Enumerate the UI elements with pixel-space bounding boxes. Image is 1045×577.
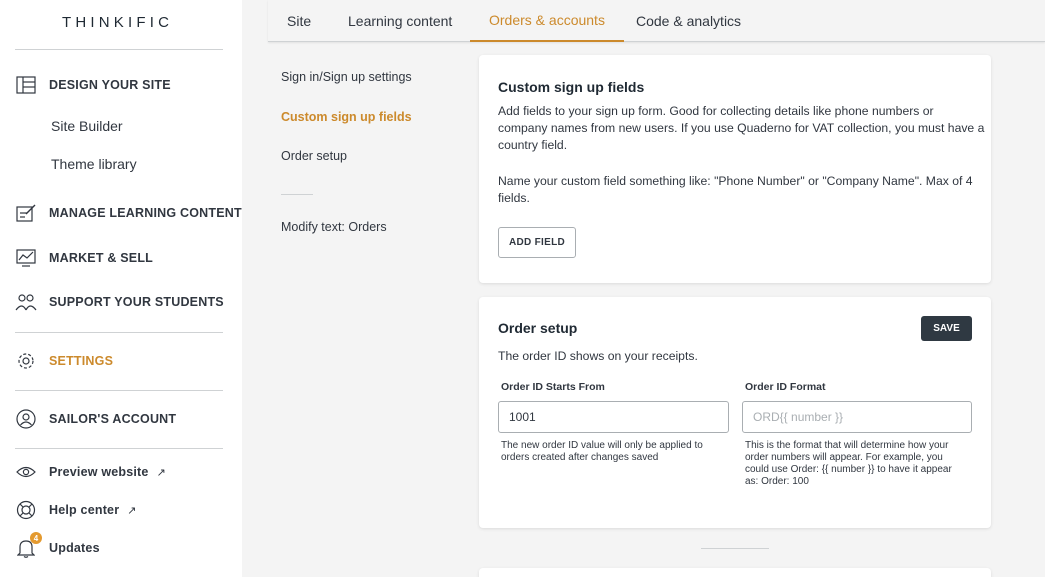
subnav-sign-in-settings[interactable]: Sign in/Sign up settings — [281, 70, 412, 84]
sidebar-subitem-site-builder[interactable]: Site Builder — [51, 118, 123, 134]
sidebar-item-market-sell[interactable]: MARKET & SELL — [15, 247, 153, 269]
sidebar-item-help-center[interactable]: Help center ↗ — [15, 499, 137, 521]
sidebar-item-settings[interactable]: SETTINGS — [15, 350, 113, 372]
account-icon — [15, 409, 37, 429]
card-description-line: country field. — [498, 138, 568, 152]
thinkific-logo[interactable]: THINKIFIC — [62, 14, 173, 31]
external-link-icon: ↗ — [156, 466, 166, 479]
order-setup-card: Order setup SAVE The order ID shows on y… — [479, 297, 991, 528]
sidebar-item-label: Help center — [49, 503, 120, 517]
tab-learning-content[interactable]: Learning content — [329, 0, 471, 42]
order-id-format-label: Order ID Format — [745, 381, 826, 393]
sidebar-item-label: SUPPORT YOUR STUDENTS — [49, 295, 224, 309]
card-title: Order setup — [498, 320, 578, 336]
order-id-format-help: This is the format that will determine h… — [745, 440, 952, 487]
edit-content-icon — [15, 203, 37, 223]
chart-icon — [15, 248, 37, 268]
sidebar-divider — [15, 49, 223, 50]
sidebar-item-design-your-site[interactable]: DESIGN YOUR SITE — [15, 74, 171, 96]
card-description-line: company names from new users. If you use… — [498, 121, 985, 135]
bell-icon: 4 — [15, 532, 42, 558]
notification-badge: 4 — [30, 532, 42, 544]
sidebar-item-manage-learning-content[interactable]: MANAGE LEARNING CONTENT — [15, 202, 242, 224]
sidebar-item-label: DESIGN YOUR SITE — [49, 78, 171, 92]
sidebar-item-support-your-students[interactable]: SUPPORT YOUR STUDENTS — [15, 291, 224, 313]
order-id-start-input[interactable] — [498, 401, 729, 433]
eye-icon — [15, 462, 37, 482]
sidebar-item-preview-website[interactable]: Preview website ↗ — [15, 461, 166, 483]
sidebar-item-label: SETTINGS — [49, 354, 114, 368]
subnav-divider — [281, 194, 313, 195]
card-description-line: Add fields to your sign up form. Good fo… — [498, 104, 934, 118]
next-card — [479, 568, 991, 577]
subnav-custom-sign-up-fields[interactable]: Custom sign up fields — [281, 110, 412, 124]
subnav-order-setup[interactable]: Order setup — [281, 149, 347, 163]
add-field-button[interactable]: ADD FIELD — [498, 227, 576, 258]
order-id-start-help: The new order ID value will only be appl… — [501, 440, 703, 463]
sidebar-item-label: Updates — [49, 541, 100, 555]
sidebar-item-label: MANAGE LEARNING CONTENT — [49, 206, 242, 220]
sidebar-subitem-theme-library[interactable]: Theme library — [51, 156, 137, 172]
tab-orders-accounts[interactable]: Orders & accounts — [470, 0, 624, 42]
gear-icon — [15, 351, 37, 371]
tab-site[interactable]: Site — [268, 0, 330, 42]
subnav-modify-text-orders[interactable]: Modify text: Orders — [281, 220, 387, 234]
settings-tabs: Site Learning content Orders & accounts … — [268, 0, 1045, 42]
custom-sign-up-fields-card: Custom sign up fields Add fields to your… — [479, 55, 991, 283]
card-title: Custom sign up fields — [498, 79, 645, 95]
users-icon — [15, 292, 37, 312]
sidebar-divider — [15, 448, 223, 449]
tab-code-analytics[interactable]: Code & analytics — [617, 0, 760, 42]
sidebar-divider — [15, 332, 223, 333]
sidebar: THINKIFIC DESIGN YOUR SITE Site Builder … — [0, 0, 242, 577]
sidebar-item-label: SAILOR'S ACCOUNT — [49, 412, 177, 426]
sidebar-item-account[interactable]: SAILOR'S ACCOUNT — [15, 408, 176, 430]
section-divider — [701, 548, 769, 549]
save-button[interactable]: SAVE — [921, 316, 972, 341]
lifebuoy-icon — [15, 500, 37, 520]
card-description-line: Name your custom field something like: "… — [498, 174, 973, 188]
sidebar-item-updates[interactable]: 4 Updates — [15, 532, 100, 559]
sidebar-divider — [15, 390, 223, 391]
card-description: The order ID shows on your receipts. — [498, 349, 698, 363]
layout-icon — [15, 75, 37, 95]
order-id-format-input[interactable] — [742, 401, 972, 433]
sidebar-item-label: MARKET & SELL — [49, 251, 153, 265]
sidebar-item-label: Preview website — [49, 465, 149, 479]
external-link-icon: ↗ — [127, 504, 137, 517]
order-id-start-label: Order ID Starts From — [501, 381, 605, 393]
card-description-line: fields. — [498, 191, 530, 205]
